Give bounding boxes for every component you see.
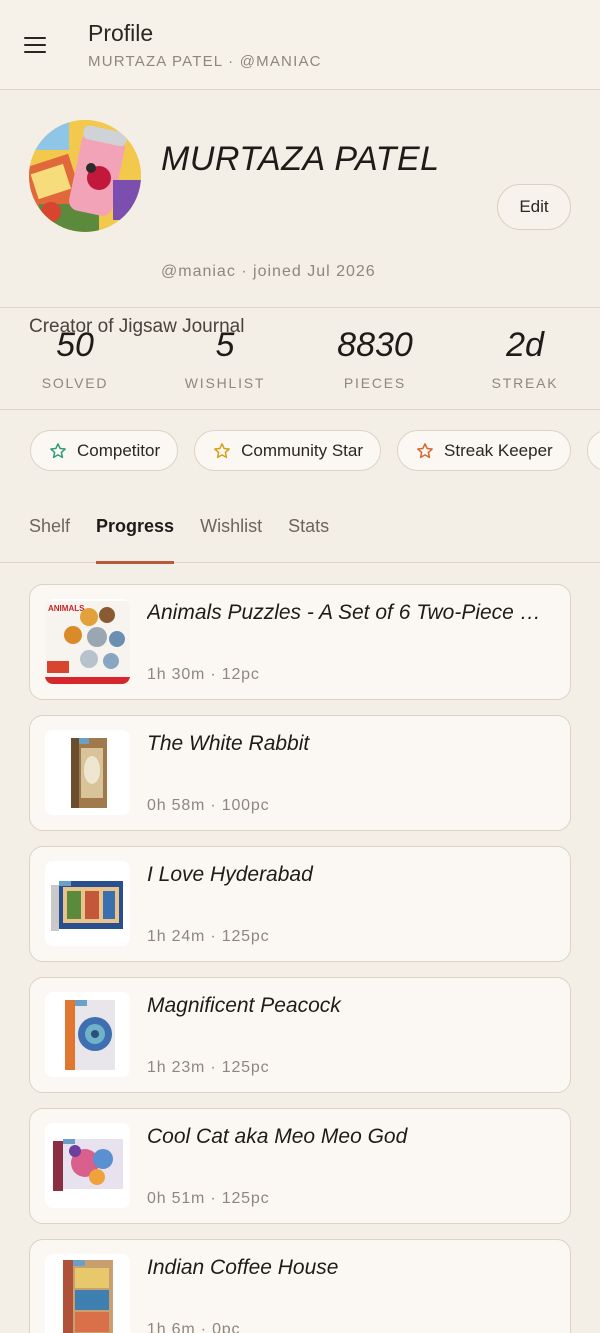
list-item[interactable]: I Love Hyderabad 1h 24m · 125pc [29,846,571,962]
tab-wishlist[interactable]: Wishlist [200,490,262,563]
tab-bar: Shelf Progress Wishlist Stats [0,490,600,564]
list-item[interactable]: Cool Cat aka Meo Meo God 0h 51m · 125pc [29,1108,571,1224]
puzzle-thumbnail [45,1254,130,1333]
puzzle-thumbnail [45,730,130,815]
svg-text:ANIMALS: ANIMALS [48,604,85,613]
puzzle-meta: 1h 30m · 12pc [147,666,260,683]
badge-more[interactable] [586,430,600,471]
puzzle-title: Animals Puzzles - A Set of 6 Two-Piece P… [147,601,552,624]
top-app-bar: Profile MURTAZA PATEL · @MANIAC [0,0,600,90]
profile-name: MURTAZA PATEL [161,140,440,178]
puzzle-thumbnail [45,861,130,946]
puzzle-meta: 1h 23m · 125pc [147,1059,270,1076]
star-icon [50,442,66,458]
badge-label: Competitor [77,440,161,460]
puzzle-title: The White Rabbit [147,732,310,755]
list-item[interactable]: ANIMALS Animals Puzzles - A Set of 6 Two… [29,584,571,700]
stat-value: 2d [506,326,544,364]
puzzle-meta: 1h 6m · 0pc [147,1321,241,1333]
menu-icon[interactable] [24,31,52,59]
header-titles: Profile MURTAZA PATEL · @MANIAC [88,20,322,70]
star-icon [214,442,231,458]
badges-row[interactable]: Competitor Community Star Streak Keeper [0,410,600,490]
puzzle-thumbnail: ANIMALS [45,599,130,684]
puzzle-title: Indian Coffee House [147,1256,339,1279]
puzzle-title: Magnificent Peacock [147,994,341,1017]
profile-handle: @maniac · joined Jul 2026 [161,263,376,280]
badge-community-star[interactable]: Community Star [194,430,382,471]
edit-profile-button[interactable]: Edit [497,184,571,230]
page-subtitle: MURTAZA PATEL · @MANIAC [88,52,322,70]
tab-shelf[interactable]: Shelf [29,490,70,563]
list-item[interactable]: Indian Coffee House 1h 6m · 0pc [29,1239,571,1333]
badge-competitor[interactable]: Competitor [30,430,179,471]
profile-header: MURTAZA PATEL @maniac · joined Jul 2026 … [0,90,600,337]
star-icon [417,442,433,458]
stat-label: WISHLIST [184,375,266,391]
page-title: Profile [88,19,154,46]
profile-screen: Profile MURTAZA PATEL · @MANIAC MURTAZA … [0,0,600,1333]
badge-label: Community Star [241,440,364,460]
puzzle-thumbnail [45,1123,130,1208]
avatar [29,120,141,232]
progress-list: ANIMALS Animals Puzzles - A Set of 6 Two… [0,563,600,1333]
stat-label: SOLVED [41,375,109,391]
puzzle-title: Cool Cat aka Meo Meo God [147,1125,408,1148]
badge-streak-keeper[interactable]: Streak Keeper [397,430,571,471]
puzzle-meta: 0h 58m · 100pc [147,797,270,814]
stat-label: PIECES [343,375,407,391]
tab-progress[interactable]: Progress [96,490,175,564]
profile-bio: Creator of Jigsaw Journal [29,316,245,337]
tab-stats[interactable]: Stats [288,490,329,563]
stat-value: 8830 [337,326,413,364]
badge-label: Streak Keeper [444,440,553,460]
puzzle-meta: 1h 24m · 125pc [147,928,270,945]
puzzle-meta: 0h 51m · 125pc [147,1190,270,1207]
puzzle-title: I Love Hyderabad [147,863,313,886]
list-item[interactable]: The White Rabbit 0h 58m · 100pc [29,715,571,831]
stat-label: STREAK [491,375,559,391]
stat-pieces: 8830 PIECES [300,308,450,409]
stat-streak: 2d STREAK [450,308,600,409]
puzzle-thumbnail [45,992,130,1077]
list-item[interactable]: Magnificent Peacock 1h 23m · 125pc [29,977,571,1093]
